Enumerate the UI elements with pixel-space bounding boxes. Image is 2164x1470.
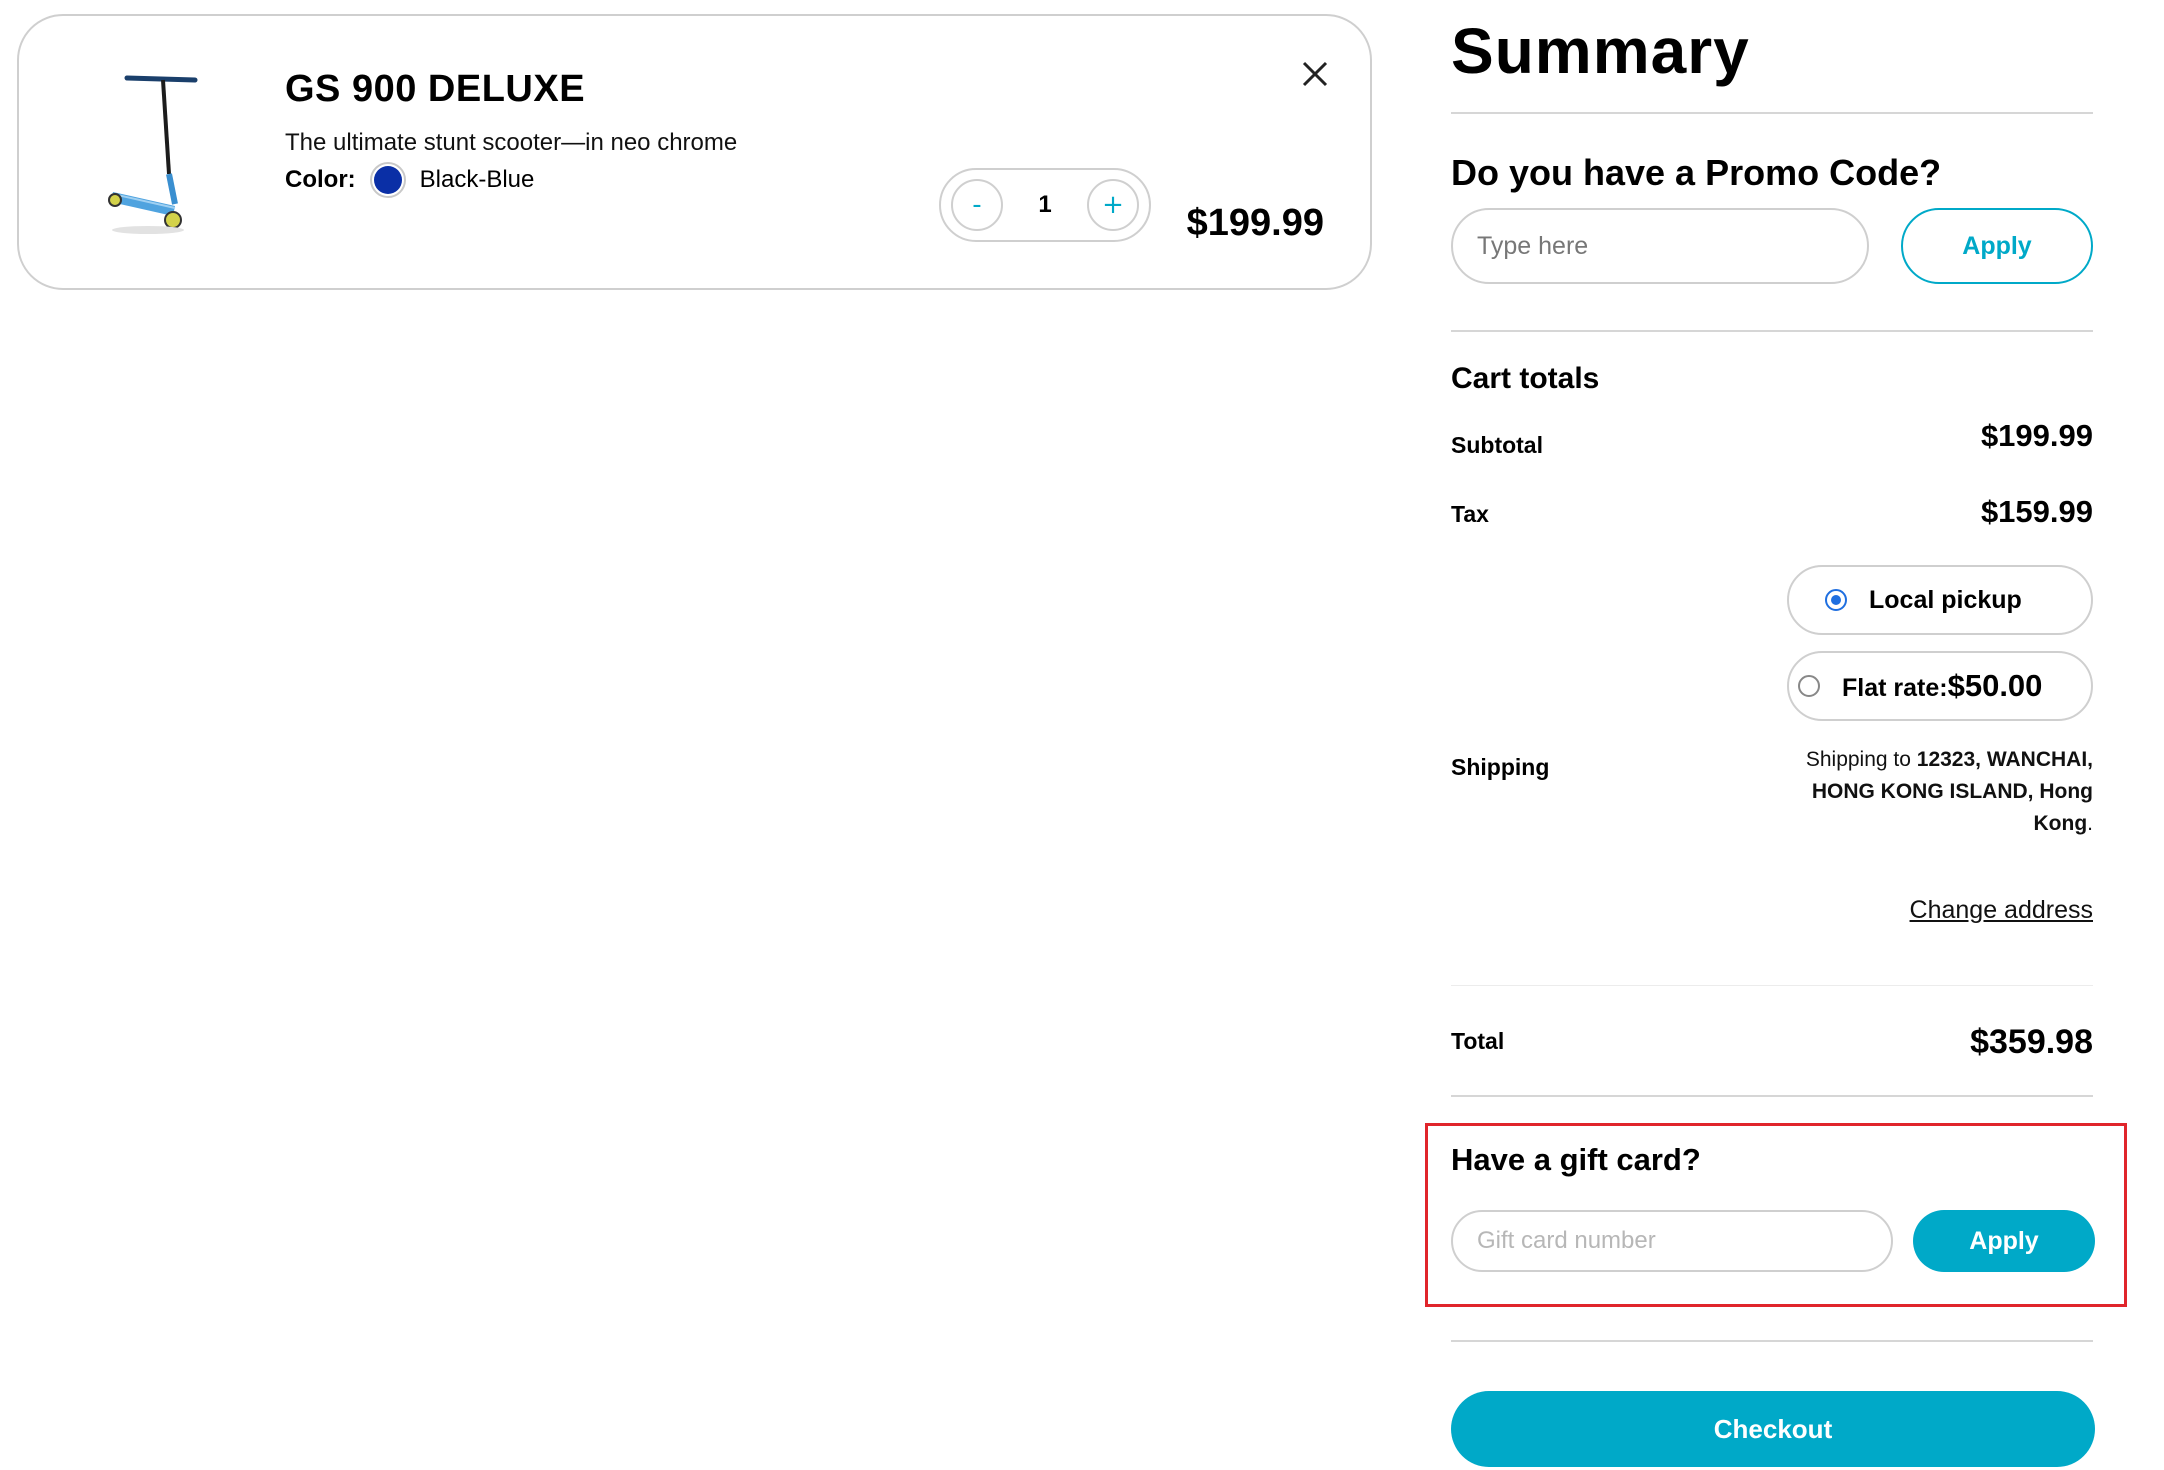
subtotal-value: $199.99 [1980, 418, 2093, 453]
tax-value: $159.99 [1980, 494, 2093, 529]
divider [1451, 1095, 2093, 1097]
shipping-to-prefix: Shipping to [1805, 748, 1917, 771]
shipping-option-price: $50.00 [1947, 668, 2043, 703]
subtotal-label: Subtotal [1451, 432, 1543, 458]
change-address-link[interactable]: Change address [1910, 896, 2093, 925]
close-icon[interactable] [1295, 54, 1335, 94]
product-color: Color: Black-Blue [285, 162, 534, 198]
increment-button[interactable]: + [1086, 179, 1139, 231]
color-swatch [369, 162, 406, 198]
cart-item-card: GS 900 DELUXE The ultimate stunt scooter… [17, 14, 1372, 290]
gift-card-input[interactable] [1451, 1210, 1893, 1272]
scooter-image [108, 75, 198, 234]
divider [1451, 330, 2093, 332]
shipping-option-flat-rate-text: Flat rate:$50.00 [1842, 668, 2042, 704]
divider [1451, 112, 2093, 114]
divider [1451, 985, 2093, 986]
shipping-option-label: Local pickup [1869, 585, 2022, 614]
decrement-button[interactable]: - [951, 179, 1003, 231]
quantity-stepper: - 1 + [939, 168, 1151, 242]
product-name[interactable]: GS 900 DELUXE [285, 68, 585, 111]
color-swatch-dot [373, 166, 402, 194]
promo-code-input[interactable] [1451, 208, 1869, 284]
shipping-option-flat-rate[interactable]: Flat rate:$50.00 [1787, 651, 2093, 721]
shipping-option-label: Flat rate: [1842, 674, 1948, 702]
total-value: $359.98 [1970, 1023, 2093, 1061]
divider [1451, 1340, 2093, 1342]
shipping-label: Shipping [1451, 754, 1550, 780]
promo-apply-button[interactable]: Apply [1901, 208, 2093, 284]
product-description: The ultimate stunt scooter—in neo chrome [285, 129, 738, 156]
shipping-destination: Shipping to 12323, WANCHAI, HONG KONG IS… [1763, 744, 2093, 840]
total-label: Total [1451, 1028, 1505, 1054]
item-price: $199.99 [1186, 202, 1324, 244]
cart-page: GS 900 DELUXE The ultimate stunt scooter… [0, 0, 2164, 1470]
shipping-to-suffix: . [2087, 812, 2093, 835]
gift-card-apply-button[interactable]: Apply [1913, 1210, 2095, 1272]
checkout-button[interactable]: Checkout [1451, 1391, 2095, 1467]
radio-selected-icon[interactable] [1825, 589, 1847, 611]
shipping-option-local-pickup[interactable]: Local pickup [1787, 565, 2093, 635]
summary-title: Summary [1451, 15, 1750, 87]
color-name: Black-Blue [419, 166, 535, 193]
cart-totals-title: Cart totals [1451, 362, 1600, 395]
gift-card-title: Have a gift card? [1451, 1142, 1701, 1177]
color-label: Color: [285, 166, 356, 193]
radio-unselected-icon[interactable] [1798, 675, 1820, 697]
promo-title: Do you have a Promo Code? [1451, 152, 1942, 193]
quantity-value[interactable]: 1 [1038, 191, 1051, 219]
tax-label: Tax [1451, 501, 1489, 527]
